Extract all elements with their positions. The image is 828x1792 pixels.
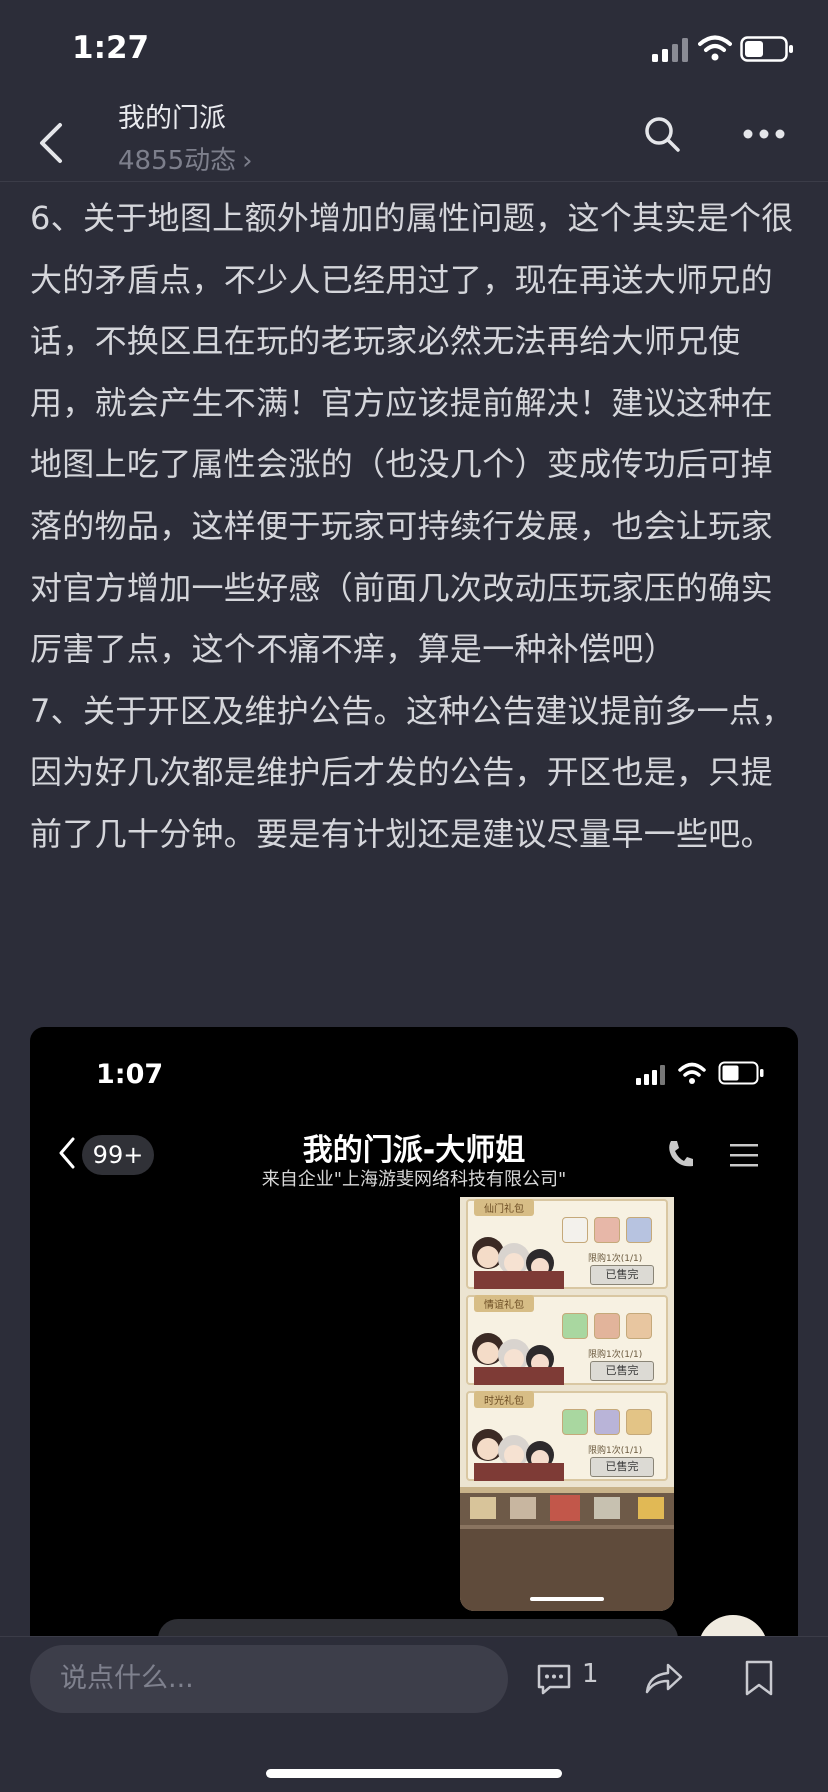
comment-icon[interactable] <box>536 1663 572 1695</box>
comment-count: 1 <box>582 1659 599 1689</box>
pack-item <box>594 1313 620 1339</box>
pack-limit: 限购1次(1/1) <box>588 1254 643 1264</box>
characters-illustration <box>472 1429 564 1481</box>
pack-label: 情谊礼包 <box>474 1295 534 1312</box>
pack-item <box>594 1409 620 1435</box>
bookmark-icon[interactable] <box>744 1659 774 1697</box>
gift-pack-card: 仙门礼包 限购1次(1/1) 已售完 <box>466 1199 668 1289</box>
feed-count-label: 4855动态 <box>118 146 237 176</box>
embedded-wifi-icon <box>678 1062 706 1084</box>
characters-illustration <box>472 1333 564 1385</box>
gift-pack-card: 情谊礼包 限购1次(1/1) 已售完 <box>466 1295 668 1385</box>
game-bottom-menu <box>460 1487 674 1611</box>
sold-out-button: 已售完 <box>590 1265 654 1285</box>
bottom-bar: 说点什么... 1 <box>0 1636 828 1792</box>
pack-item <box>562 1313 588 1339</box>
embedded-battery-icon <box>718 1061 764 1085</box>
more-options-icon[interactable] <box>742 128 786 140</box>
pack-item <box>562 1409 588 1435</box>
pack-limit: 限购1次(1/1) <box>588 1446 643 1456</box>
embedded-signal-icon <box>636 1065 665 1085</box>
home-indicator <box>266 1769 562 1778</box>
shop-screenshot: 仙门礼包 限购1次(1/1) 已售完 情谊礼包 限购1次(1/1) 已售完 时光… <box>460 1197 674 1611</box>
feed-count-link[interactable]: 4855动态 › <box>118 140 253 177</box>
back-arrow-icon[interactable] <box>36 122 66 164</box>
status-time: 1:27 <box>72 30 150 66</box>
post-body: 6、关于地图上额外增加的属性问题，这个其实是个很大的矛盾点，不少人已经用过了，现… <box>30 188 805 866</box>
bottom-menu-illustration <box>460 1487 674 1611</box>
wifi-icon <box>698 35 732 61</box>
embedded-chat-input <box>158 1619 678 1637</box>
embedded-status-time: 1:07 <box>96 1059 164 1090</box>
post-image[interactable]: 1:07 99+ 我的门派-大师姐 来自企业"上海游斐网络科技有限公司" 仙门礼… <box>30 1027 798 1637</box>
cellular-signal-icon <box>652 38 688 62</box>
menu-icon <box>730 1144 758 1167</box>
sold-out-button: 已售完 <box>590 1361 654 1381</box>
sold-out-button: 已售完 <box>590 1457 654 1477</box>
inner-home-indicator <box>530 1597 604 1601</box>
comment-input[interactable]: 说点什么... <box>30 1645 508 1713</box>
page-title: 我的门派 <box>118 103 226 134</box>
pack-label: 仙门礼包 <box>474 1199 534 1216</box>
post-paragraph: 7、关于开区及维护公告。这种公告建议提前多一点，因为好几次都是维护后才发的公告，… <box>30 691 794 853</box>
share-icon[interactable] <box>644 1661 684 1695</box>
pack-label: 时光礼包 <box>474 1391 534 1408</box>
pack-item <box>626 1409 652 1435</box>
pack-item <box>594 1217 620 1243</box>
gift-pack-card: 时光礼包 限购1次(1/1) 已售完 <box>466 1391 668 1481</box>
nav-header: 我的门派 4855动态 › <box>0 86 828 182</box>
phone-icon <box>669 1141 693 1167</box>
pack-item <box>626 1217 652 1243</box>
embedded-avatar <box>698 1615 768 1637</box>
search-icon[interactable] <box>642 114 682 154</box>
post-paragraph: 6、关于地图上额外增加的属性问题，这个其实是个很大的矛盾点，不少人已经用过了，现… <box>30 199 794 669</box>
characters-illustration <box>472 1237 564 1289</box>
chevron-right-icon: › <box>242 146 253 176</box>
status-bar: 1:27 <box>0 0 828 100</box>
pack-item <box>626 1313 652 1339</box>
pack-item <box>562 1217 588 1243</box>
battery-icon <box>740 36 793 62</box>
pack-limit: 限购1次(1/1) <box>588 1350 643 1360</box>
